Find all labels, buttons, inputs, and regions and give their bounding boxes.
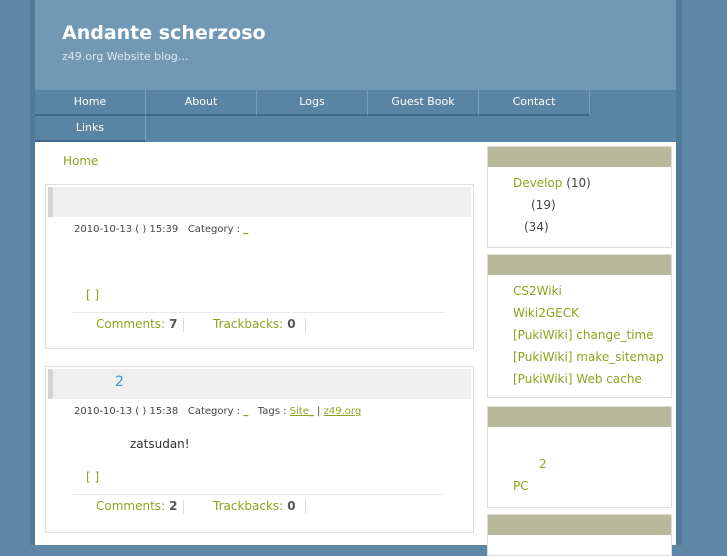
post-title-bar: 2 <box>48 369 471 399</box>
post-meta: 2010-10-13 ( ) 15:38 Category : _ Tags :… <box>74 406 362 417</box>
link-item[interactable]: 2 <box>539 457 547 471</box>
main-nav: Home About Logs Guest Book Contact Links <box>35 90 676 142</box>
recent-item[interactable]: Wiki2GECK <box>513 306 579 320</box>
category-link[interactable]: _ <box>243 406 248 417</box>
post-date: 2010-10-13 ( ) 15:39 <box>74 224 179 235</box>
category-label: Category : <box>187 224 241 235</box>
nav-logs[interactable]: Logs <box>257 90 368 116</box>
category-item[interactable]: (19) <box>531 198 556 212</box>
breadcrumb[interactable]: Home <box>63 154 98 168</box>
recent-item[interactable]: [PukiWiki] Web cache <box>513 372 642 386</box>
sidebar-recent: CS2Wiki Wiki2GECK [PukiWiki] change_time… <box>487 254 672 398</box>
sidebar-heading <box>488 515 671 535</box>
divider <box>73 494 445 495</box>
tags-label: Tags : <box>257 406 287 417</box>
post-bracket[interactable]: [ ] <box>86 288 99 302</box>
trackbacks-link[interactable]: Trackbacks: 0 <box>213 499 296 513</box>
category-link[interactable]: _ <box>243 224 248 235</box>
nav-home[interactable]: Home <box>35 90 146 116</box>
post-title[interactable]: 2 <box>115 374 124 390</box>
nav-guest-book[interactable]: Guest Book <box>368 90 479 116</box>
recent-item[interactable]: [PukiWiki] make_sitemap <box>513 350 664 364</box>
nav-links[interactable]: Links <box>35 116 146 142</box>
trackbacks-link[interactable]: Trackbacks: 0 <box>213 317 296 331</box>
tag-link[interactable]: z49.org <box>324 406 362 417</box>
sidebar-categories: Develop (10) (19) (34) <box>487 146 672 248</box>
sidebar-heading <box>488 407 671 427</box>
sidebar-box <box>487 514 672 556</box>
sidebar-links: 2 PC <box>487 406 672 508</box>
divider <box>73 312 445 313</box>
comments-link[interactable]: Comments: 7 <box>96 317 177 331</box>
recent-item[interactable]: CS2Wiki <box>513 284 562 298</box>
post-bracket[interactable]: [ ] <box>86 470 99 484</box>
site-title[interactable]: Andante scherzoso <box>62 22 266 44</box>
tag-link[interactable]: Site_ <box>290 406 314 417</box>
nav-contact[interactable]: Contact <box>479 90 590 116</box>
divider <box>305 500 306 514</box>
divider <box>305 318 306 332</box>
post-1: 2010-10-13 ( ) 15:39 Category : _ [ ] Co… <box>45 184 474 349</box>
category-item[interactable]: (34) <box>524 220 549 234</box>
post-title-bar <box>48 187 471 217</box>
comments-link[interactable]: Comments: 2 <box>96 499 177 513</box>
sidebar-heading <box>488 255 671 275</box>
category-label: Category : <box>187 406 241 417</box>
post-2: 2 2010-10-13 ( ) 15:38 Category : _ Tags… <box>45 366 474 533</box>
sidebar-heading <box>488 147 671 167</box>
post-date: 2010-10-13 ( ) 15:38 <box>74 406 179 417</box>
post-body: zatsudan! <box>130 437 190 451</box>
site-header <box>35 0 676 90</box>
recent-item[interactable]: [PukiWiki] change_time <box>513 328 654 342</box>
nav-about[interactable]: About <box>146 90 257 116</box>
category-item[interactable]: Develop (10) <box>513 176 591 190</box>
link-item[interactable]: PC <box>513 479 529 493</box>
post-meta: 2010-10-13 ( ) 15:39 Category : _ <box>74 224 248 235</box>
divider <box>183 318 184 332</box>
divider <box>183 500 184 514</box>
site-description: z49.org Website blog... <box>62 50 189 63</box>
